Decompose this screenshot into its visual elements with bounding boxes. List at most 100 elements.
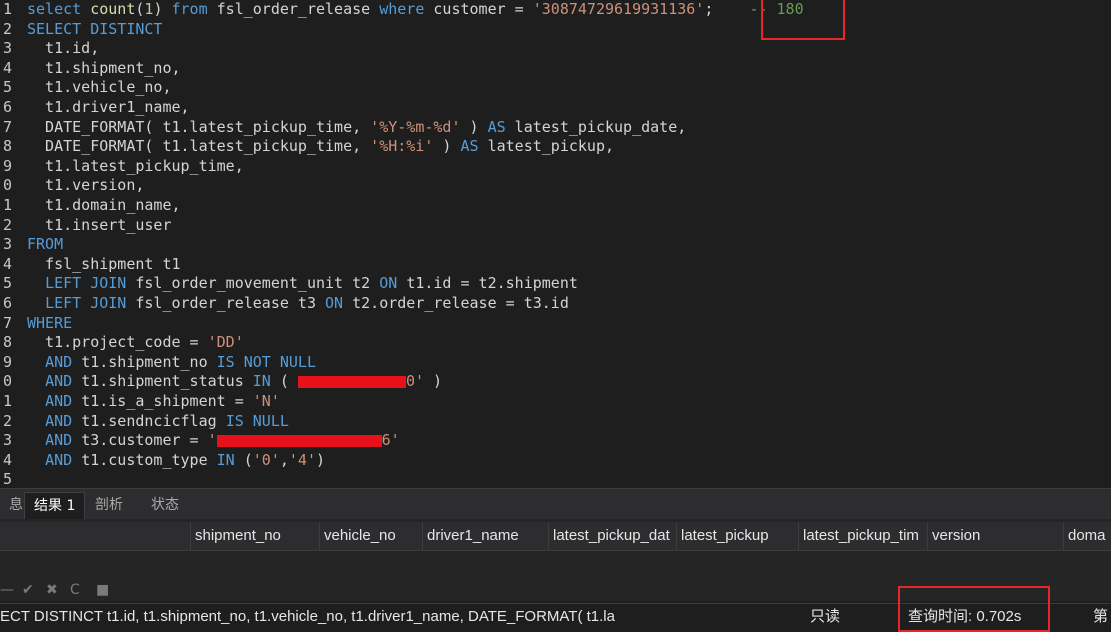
grid-header: shipment_no vehicle_no driver1_name latest_… [0,522,1111,551]
minus-icon[interactable]: — [0,582,14,598]
column-header-doma[interactable]: doma [1063,522,1111,550]
tab-2[interactable]: 剖析 [86,492,132,519]
token-kw: AND [45,431,82,450]
token-kw: IN [252,372,280,391]
token-txt: ( [243,450,253,469]
token-str: 0' [405,372,424,391]
column-header-latest_pickup_tim[interactable]: latest_pickup_tim [798,522,927,550]
code-text: t1.project_code = 'DD' [27,333,244,353]
column-header-version[interactable]: version [927,522,1063,550]
column-header-latest_pickup_dat[interactable]: latest_pickup_dat [548,522,676,550]
code-text: fsl_shipment t1 [27,255,180,275]
token-txt: t1.id = t2.shipment [406,274,578,293]
token-txt: t1.shipment_no [81,352,217,371]
token-txt: t1.custom_type [81,450,217,469]
token-txt: ( [279,372,298,391]
column-header-shipment_no[interactable]: shipment_no [190,522,319,550]
token-txt: t1.vehicle_no, [27,78,172,97]
token-kw: AND [45,392,82,410]
line-number: 7 [2,313,12,332]
token-kw: WHERE [27,313,73,332]
token-kw: LEFT JOIN [45,274,136,293]
line-number: 9 [2,156,12,175]
token-txt: customer = [433,0,533,18]
result-tab-bar: 息结果 1 剖析 状态 [0,488,1111,520]
token-str: 'N' [252,392,280,410]
token-txt: , [279,450,289,469]
token-txt: t1.latest_pickup_time, [27,156,244,175]
token-str: '%Y-%m-%d' [370,117,461,136]
code-text: t1.insert_user [27,216,171,236]
token-kw: AS [487,117,515,136]
line-number: 0 [2,176,12,195]
token-str: ' [207,431,217,450]
line-number: 4 [2,58,12,77]
code-text: AND t1.shipment_status IN ( 0' ) [27,372,442,392]
token-txt: ) [460,117,488,136]
code-text: t1.vehicle_no, [27,78,172,98]
tab-1[interactable]: 结果 1 [24,492,86,520]
code-text: FROM [27,235,63,255]
token-txt: t1.id, [27,39,100,58]
token-txt: latest_pickup_date, [514,117,687,136]
token-txt: t1.version, [27,176,145,195]
refresh-icon[interactable]: C [70,582,80,598]
code-text: t1.id, [27,39,99,59]
close-icon[interactable]: ✖ [46,582,58,598]
line-number: 4 [2,450,12,469]
line-number: 6 [2,294,12,312]
token-kw: AND [45,352,82,371]
code-text: WHERE [27,314,72,334]
redaction-mark [297,375,406,388]
token-kw: ON [325,294,353,312]
token-txt: DATE_FORMAT( t1.latest_pickup_time, [27,117,371,136]
token-txt: fsl_order_movement_unit t2 [135,274,380,293]
token-kw: LEFT JOIN [45,294,136,312]
query-preview: ECT DISTINCT t1.id, t1.shipment_no, t1.v… [0,608,615,625]
token-kw: AND [45,411,82,430]
check-icon[interactable]: ✔ [22,582,34,598]
stop-icon[interactable]: ■ [96,582,109,598]
code-text: AND t1.custom_type IN ('0','4') [27,451,325,471]
code-text: t1.latest_pickup_time, [27,157,244,177]
token-str: '30874729619931136' [532,0,705,18]
line-number: 5 [2,274,12,293]
line-number: 2 [2,411,12,430]
line-number: 9 [2,352,12,371]
token-txt: t1.domain_name, [27,196,181,214]
code-text: DATE_FORMAT( t1.latest_pickup_time, '%H:… [27,137,614,157]
code-text: DATE_FORMAT( t1.latest_pickup_time, '%Y-… [27,118,686,138]
token-kw: ON [379,274,407,293]
line-number: 0 [2,372,12,391]
code-text: AND t3.customer = ' 6' [27,431,400,451]
line-number: 2 [2,19,12,38]
token-kw: IS NOT NULL [216,352,316,371]
token-txt: ) [433,137,461,156]
line-number: 3 [2,39,12,58]
code-text: LEFT JOIN fsl_order_movement_unit t2 ON … [27,274,578,294]
token-kw: IS NULL [225,411,289,430]
code-text: t1.shipment_no, [27,58,181,79]
token-txt: t1.shipment_status [81,372,253,391]
line-number: 1 [2,196,12,214]
result-grid[interactable]: shipment_no vehicle_no driver1_name latest_… [0,519,1111,581]
line-number: 5 [2,470,12,488]
token-txt: ) [153,0,172,18]
code-text: t1.version, [27,176,144,196]
token-txt: t1.driver1_name, [27,98,190,116]
column-header-vehicle_no[interactable]: vehicle_no [319,522,422,550]
tab-3[interactable]: 状态 [142,492,188,519]
code-text: select count(1) from fsl_order_release w… [27,0,804,20]
token-str: '%H:%i' [370,137,434,156]
token-txt: t1.shipment_no, [27,58,181,77]
sql-editor[interactable]: 1 select count(1) from fsl_order_release … [0,0,1111,488]
line-number: 6 [2,98,12,116]
token-txt: t1.sendncicflag [81,411,226,430]
token-txt: DATE_FORMAT( t1.latest_pickup_time, [27,137,371,156]
column-header-driver1_name[interactable]: driver1_name [422,522,548,550]
column-header-latest_pickup[interactable]: latest_pickup [676,522,798,550]
